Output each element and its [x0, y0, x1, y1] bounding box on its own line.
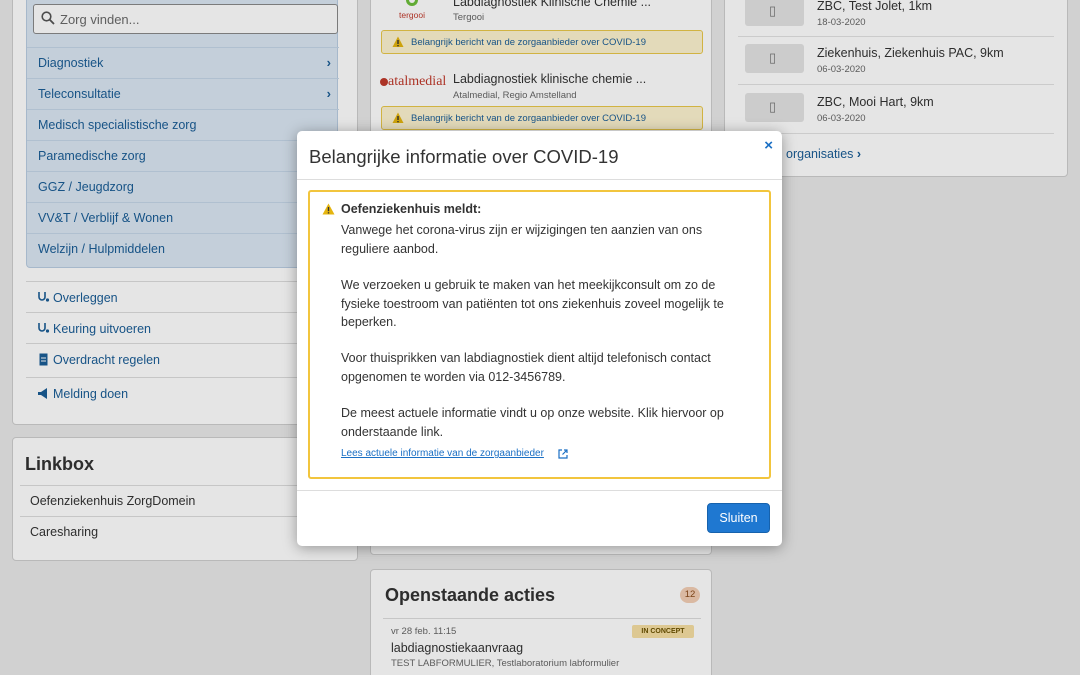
- provider-info-link[interactable]: Lees actuele informatie van de zorgaanbi…: [341, 448, 544, 459]
- divider: [297, 179, 782, 180]
- alert-heading: Oefenziekenhuis meldt:: [341, 202, 482, 216]
- divider: [297, 490, 782, 491]
- external-link-icon: [558, 449, 568, 459]
- alert-paragraph: Vanwege het corona-virus zijn er wijzigi…: [341, 223, 703, 256]
- alert-paragraph: Voor thuisprikken van labdiagnostiek die…: [341, 351, 711, 384]
- alert-box: Oefenziekenhuis meldt: Vanwege het coron…: [308, 190, 771, 479]
- close-icon[interactable]: ×: [764, 137, 773, 154]
- close-button[interactable]: Sluiten: [707, 503, 770, 533]
- covid-info-modal: Belangrijke informatie over COVID-19 × O…: [297, 131, 782, 546]
- warning-icon: [322, 203, 335, 215]
- modal-title: Belangrijke informatie over COVID-19: [309, 146, 619, 167]
- alert-paragraph: De meest actuele informatie vindt u op o…: [341, 406, 724, 439]
- alert-paragraph: We verzoeken u gebruik te maken van het …: [341, 278, 724, 329]
